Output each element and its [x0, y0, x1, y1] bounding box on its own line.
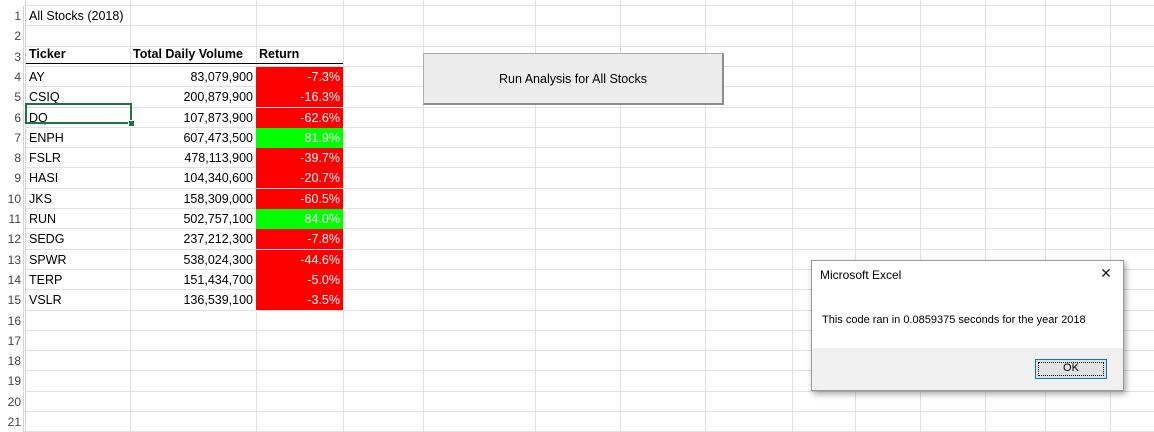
row-number[interactable]: 3: [0, 47, 24, 67]
volume-cell[interactable]: 104,340,600: [130, 168, 256, 188]
volume-cell[interactable]: 607,473,500: [130, 128, 256, 148]
row-number[interactable]: 4: [0, 67, 24, 87]
return-cell[interactable]: -44.6%: [256, 250, 343, 270]
ticker-cell[interactable]: JKS: [26, 189, 130, 209]
row-number[interactable]: 15: [0, 290, 24, 310]
selected-cell-outline: [25, 103, 132, 124]
ok-button-label: OK: [1063, 362, 1079, 374]
row-number[interactable]: 2: [0, 26, 24, 46]
row-number[interactable]: 9: [0, 168, 24, 188]
run-analysis-button[interactable]: Run Analysis for All Stocks: [423, 53, 724, 105]
volume-cell[interactable]: 538,024,300: [130, 250, 256, 270]
return-cell[interactable]: 81.9%: [256, 128, 343, 148]
return-cell[interactable]: -39.7%: [256, 148, 343, 168]
volume-cell[interactable]: 151,434,700: [130, 270, 256, 290]
return-cell[interactable]: -5.0%: [256, 270, 343, 290]
row-number[interactable]: 19: [0, 371, 24, 391]
ok-button[interactable]: OK: [1035, 359, 1107, 379]
volume-cell[interactable]: 200,879,900: [130, 87, 256, 107]
row-gridline: [0, 5, 1154, 6]
return-cell[interactable]: 84.0%: [256, 209, 343, 229]
ticker-cell[interactable]: VSLR: [26, 290, 130, 310]
row-number[interactable]: 5: [0, 87, 24, 107]
ticker-cell[interactable]: FSLR: [26, 148, 130, 168]
row-gridline: [0, 391, 1154, 392]
row-number[interactable]: 21: [0, 412, 24, 432]
row-number[interactable]: 13: [0, 250, 24, 270]
ticker-cell[interactable]: SEDG: [26, 229, 130, 249]
header-border: [26, 63, 343, 64]
volume-cell[interactable]: 136,539,100: [130, 290, 256, 310]
message-box-dialog: Microsoft Excel ✕ This code ran in 0.085…: [811, 260, 1124, 391]
sheet-title-cell[interactable]: All Stocks (2018): [26, 6, 130, 26]
dialog-message: This code ran in 0.0859375 seconds for t…: [822, 314, 1086, 326]
ticker-cell[interactable]: HASI: [26, 168, 130, 188]
column-gridline: [343, 0, 344, 431]
volume-cell[interactable]: 83,079,900: [130, 67, 256, 87]
close-icon[interactable]: ✕: [1097, 264, 1115, 282]
dialog-title: Microsoft Excel: [820, 268, 902, 282]
worksheet[interactable]: 1 2 3 4 5 6 7 8 9 10 11 12 13 14 15 16 17 18 19 20 21 All St…: [0, 0, 1154, 432]
return-cell[interactable]: -62.6%: [256, 108, 343, 128]
volume-cell[interactable]: 158,309,000: [130, 189, 256, 209]
fill-handle[interactable]: [128, 120, 135, 127]
row-number[interactable]: 8: [0, 148, 24, 168]
row-number[interactable]: 20: [0, 392, 24, 412]
return-cell[interactable]: -60.5%: [256, 189, 343, 209]
row-gridline: [0, 411, 1154, 412]
row-number[interactable]: 18: [0, 351, 24, 371]
return-cell[interactable]: -20.7%: [256, 168, 343, 188]
volume-cell[interactable]: 237,212,300: [130, 229, 256, 249]
header-return[interactable]: Return: [256, 44, 343, 64]
row-number[interactable]: 12: [0, 229, 24, 249]
row-number[interactable]: 7: [0, 128, 24, 148]
ticker-cell[interactable]: AY: [26, 67, 130, 87]
return-cell[interactable]: -7.3%: [256, 67, 343, 87]
row-number[interactable]: 1: [0, 6, 24, 26]
row-number[interactable]: 17: [0, 331, 24, 351]
return-cell[interactable]: -16.3%: [256, 87, 343, 107]
row-number[interactable]: 14: [0, 270, 24, 290]
return-cell[interactable]: -3.5%: [256, 290, 343, 310]
row-number[interactable]: 11: [0, 209, 24, 229]
row-number[interactable]: 16: [0, 311, 24, 331]
row-gridline: [0, 25, 1154, 26]
header-total-daily-volume[interactable]: Total Daily Volume: [130, 44, 256, 64]
ticker-cell[interactable]: TERP: [26, 270, 130, 290]
row-number[interactable]: 10: [0, 189, 24, 209]
ticker-cell[interactable]: SPWR: [26, 250, 130, 270]
return-cell[interactable]: -7.8%: [256, 229, 343, 249]
ticker-cell[interactable]: ENPH: [26, 128, 130, 148]
volume-cell[interactable]: 478,113,900: [130, 148, 256, 168]
volume-cell[interactable]: 502,757,100: [130, 209, 256, 229]
row-number[interactable]: 6: [0, 108, 24, 128]
dialog-footer: OK: [812, 348, 1123, 390]
header-ticker[interactable]: Ticker: [26, 44, 130, 64]
volume-cell[interactable]: 107,873,900: [130, 108, 256, 128]
column-gridline: [792, 0, 793, 431]
ticker-cell[interactable]: RUN: [26, 209, 130, 229]
